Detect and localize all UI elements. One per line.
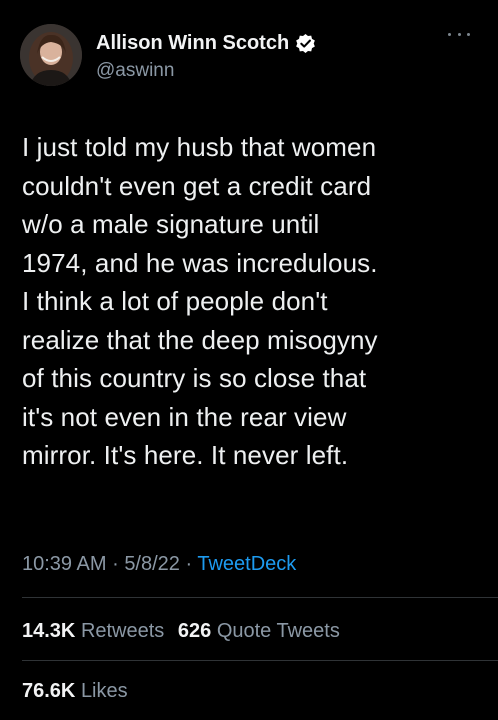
profile-photo bbox=[20, 24, 82, 86]
tweet-text: I just told my husb that women couldn't … bbox=[22, 132, 378, 470]
author-avatar[interactable] bbox=[20, 24, 82, 86]
tweet-source-link[interactable]: TweetDeck bbox=[197, 553, 296, 575]
author-info: Allison Winn Scotch @aswinn bbox=[96, 30, 436, 82]
tweet-date[interactable]: 5/8/22 bbox=[124, 553, 180, 575]
quote-tweets-count: 626 bbox=[177, 620, 212, 642]
divider bbox=[22, 660, 498, 661]
quote-tweets-stat[interactable]: 626 Quote Tweets bbox=[178, 620, 340, 642]
display-name[interactable]: Allison Winn Scotch bbox=[96, 32, 289, 55]
retweets-stat[interactable]: 14.3K Retweets bbox=[22, 620, 164, 642]
verified-badge-icon bbox=[295, 33, 316, 54]
quote-tweets-label: Quote Tweets bbox=[216, 620, 340, 642]
retweets-label: Retweets bbox=[80, 620, 165, 642]
tweet-meta: 10:39 AM · 5/8/22 · TweetDeck bbox=[22, 553, 296, 576]
retweets-count: 14.3K bbox=[22, 620, 76, 642]
tweet-time[interactable]: 10:39 AM bbox=[22, 553, 107, 575]
likes-stat[interactable]: 76.6K Likes bbox=[22, 680, 128, 702]
tweet-card: Allison Winn Scotch @aswinn I just told … bbox=[0, 0, 498, 720]
name-row: Allison Winn Scotch bbox=[96, 30, 436, 56]
ellipsis-icon[interactable] bbox=[448, 28, 470, 40]
engagement-row: 14.3K Retweets 626 Quote Tweets bbox=[22, 620, 340, 643]
author-handle[interactable]: @aswinn bbox=[96, 60, 436, 82]
divider bbox=[22, 597, 498, 598]
meta-separator: · bbox=[185, 553, 193, 575]
meta-separator: · bbox=[112, 553, 119, 575]
likes-label: Likes bbox=[80, 680, 128, 702]
likes-row: 76.6K Likes bbox=[22, 680, 128, 703]
likes-count: 76.6K bbox=[22, 680, 76, 702]
